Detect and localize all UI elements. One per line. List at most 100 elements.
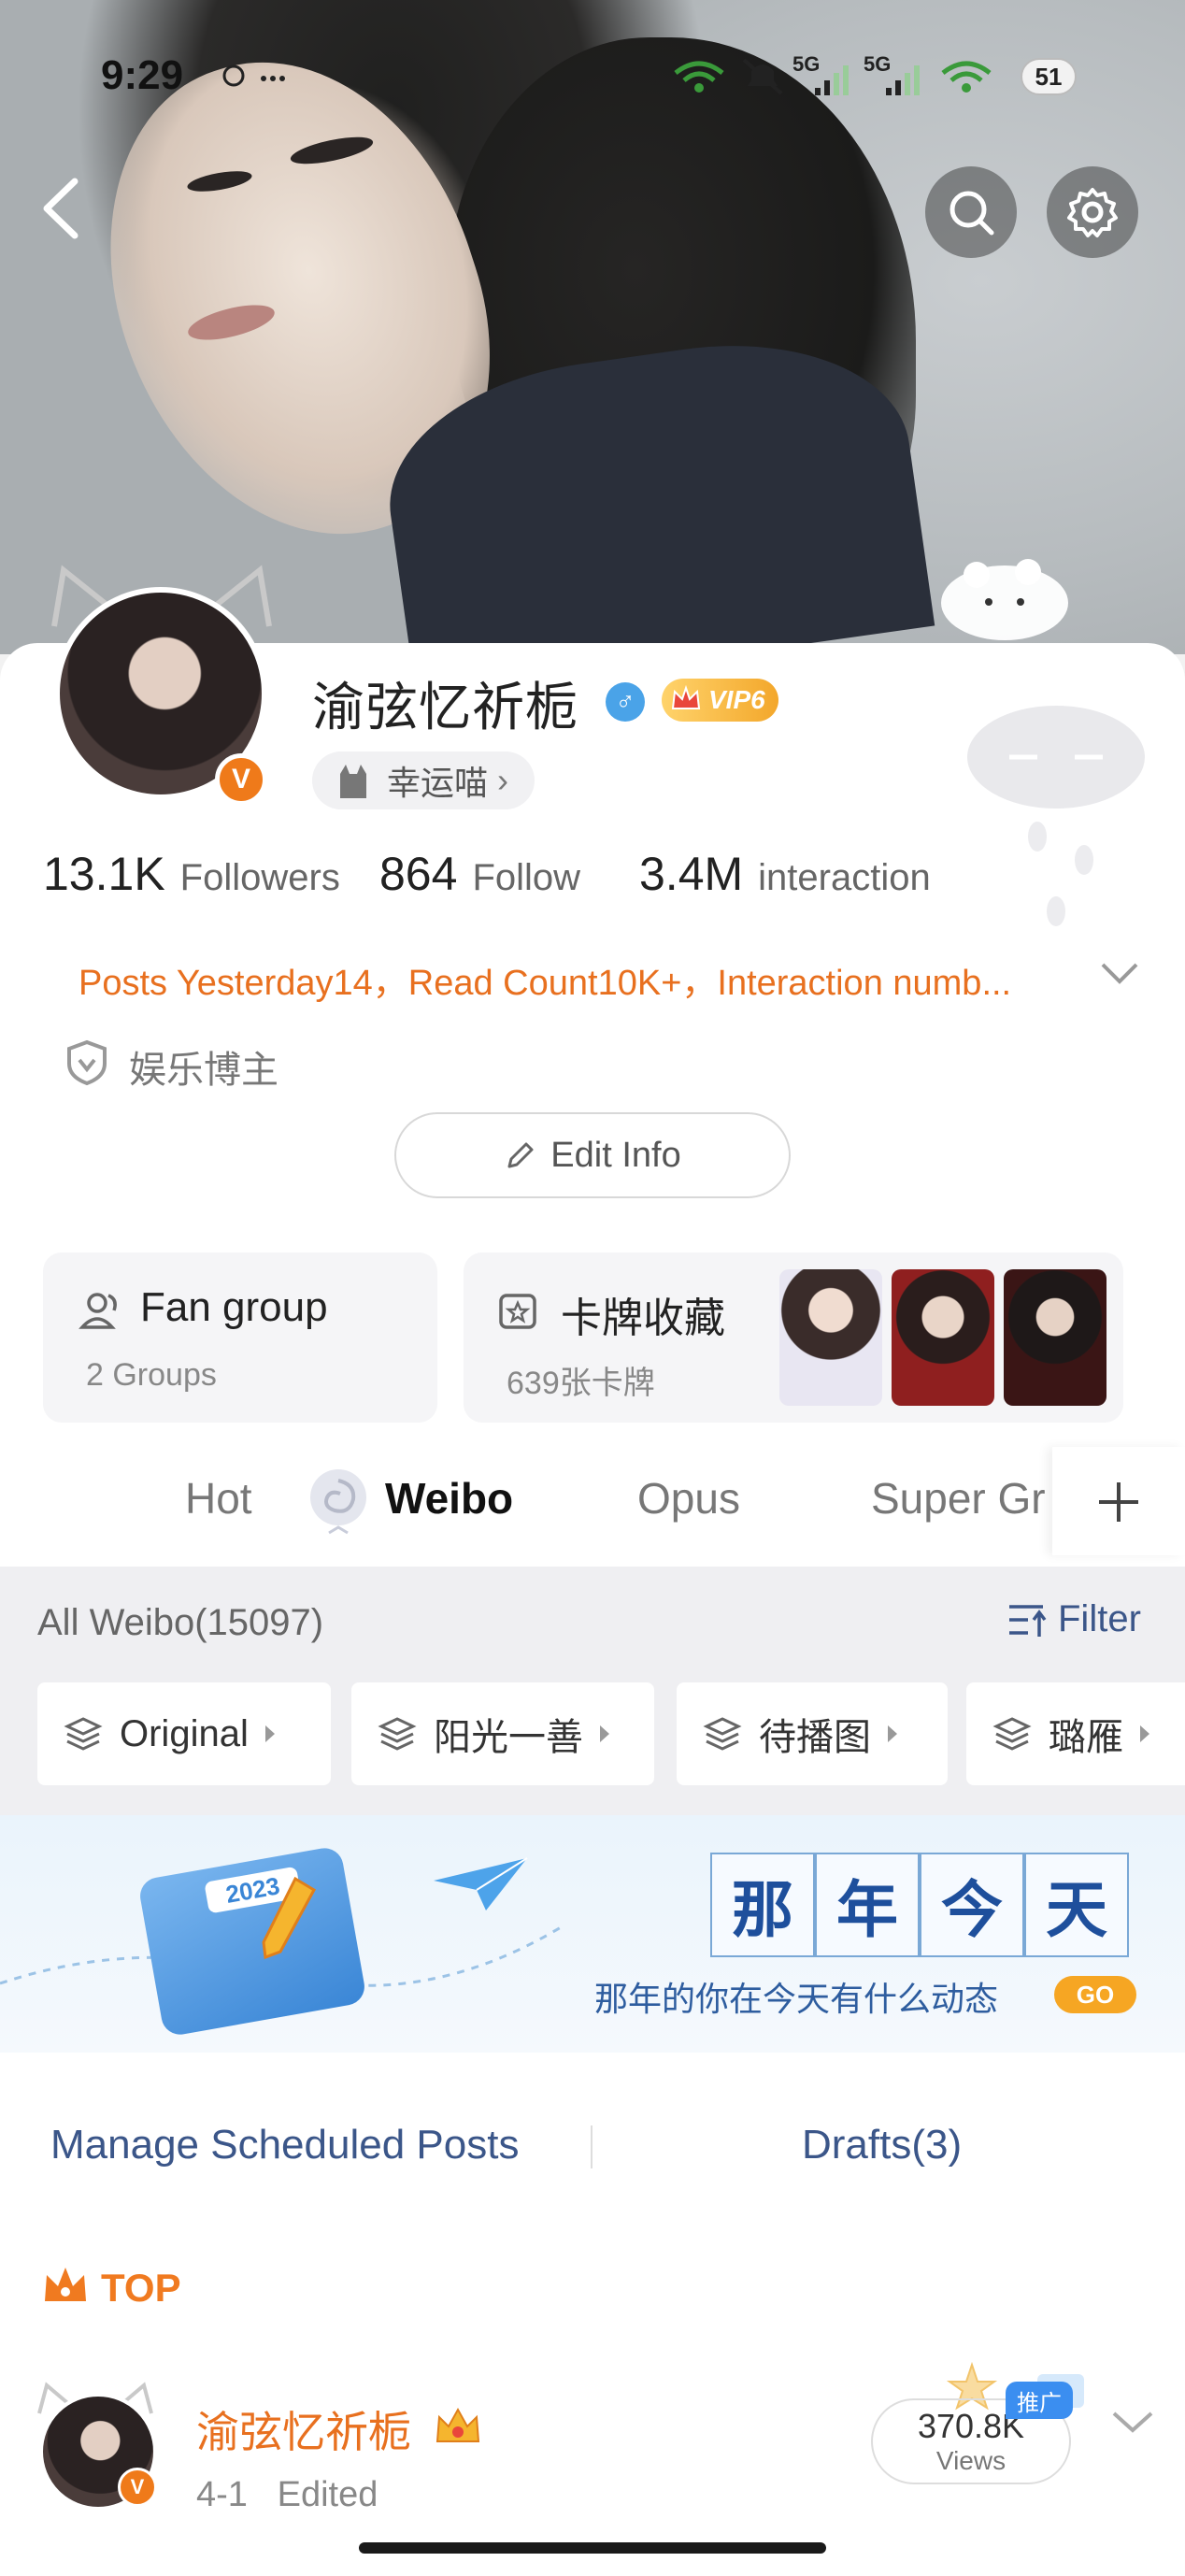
search-icon [949, 191, 994, 236]
tab-opus[interactable]: Opus [637, 1473, 740, 1524]
post-author-name[interactable]: 渝弦忆祈栀 [196, 2398, 411, 2460]
wifi-icon [941, 61, 992, 93]
male-gender-icon: ♂ [606, 682, 645, 722]
swirl-decoration-icon [310, 1469, 366, 1535]
verified-badge: V [118, 2468, 157, 2507]
layers-icon [703, 1717, 742, 1751]
cloud-cat-decoration [941, 559, 1068, 640]
status-notification-icons [222, 64, 285, 87]
crown-badge-icon [435, 2407, 480, 2442]
followers-count: 13.1K [43, 848, 165, 900]
activity-summary[interactable]: Posts Yesterday14，Read Count10K+，Interac… [79, 953, 1069, 1005]
banner-title-char: 天 [1024, 1853, 1129, 1957]
caret-right-icon [264, 1725, 275, 1742]
search-button[interactable] [925, 166, 1017, 258]
tag-pill-label: 幸运喵 [387, 764, 489, 802]
profile-username: 渝弦忆祈栀 [312, 678, 578, 737]
filter-button[interactable]: Filter [1006, 1598, 1141, 1640]
chip-label: 璐雁 [1049, 1717, 1123, 1758]
banner-title: 那 年 今 天 [710, 1853, 1129, 1957]
caret-right-icon [1140, 1725, 1149, 1742]
filter-chip-2[interactable]: 阳光一善 [351, 1682, 654, 1785]
follow-label: Follow [472, 857, 581, 898]
add-tab-button[interactable] [1052, 1447, 1185, 1555]
banner-title-char: 年 [815, 1853, 920, 1957]
post-meta: 4-1 Edited [196, 2475, 378, 2514]
fan-group-card[interactable]: Fan group 2 Groups [43, 1252, 437, 1423]
fan-group-subtitle: 2 Groups [86, 1357, 217, 1393]
cat-icon [340, 765, 366, 798]
chip-label: Original [120, 1712, 249, 1754]
divider [591, 2125, 592, 2168]
group-icon [79, 1293, 117, 1329]
followers-stat[interactable]: 13.1K Followers [43, 847, 340, 901]
paper-plane-icon [434, 1857, 528, 1911]
follow-stat[interactable]: 864 Follow [379, 847, 580, 901]
caret-right-icon [600, 1725, 609, 1742]
edit-info-button[interactable]: Edit Info [394, 1112, 791, 1198]
plus-icon [1099, 1482, 1138, 1522]
manage-scheduled-posts-link[interactable]: Manage Scheduled Posts [50, 2122, 519, 2168]
signal-icon [815, 65, 849, 95]
all-weibo-count: All Weibo(15097) [37, 1602, 324, 1643]
battery-level: 51 [1035, 62, 1063, 91]
go-button[interactable]: GO [1054, 1976, 1136, 2013]
back-icon[interactable] [37, 176, 84, 241]
card-collection-subtitle: 639张卡牌 [507, 1366, 655, 1401]
pencil-icon [507, 1142, 534, 1168]
pencil-illustration [262, 1876, 317, 1960]
drafts-link[interactable]: Drafts(3) [802, 2122, 962, 2168]
card-icon [499, 1294, 536, 1329]
fan-group-title: Fan group [140, 1284, 328, 1330]
home-indicator[interactable] [359, 2542, 826, 2554]
caret-right-icon [888, 1725, 897, 1742]
chevron-down-icon[interactable] [1110, 2408, 1155, 2436]
wifi-icon [674, 61, 724, 93]
battery-indicator: 51 [1021, 58, 1077, 95]
category-label: 娱乐博主 [129, 1050, 278, 1091]
status-time: 9:29 [101, 52, 184, 98]
card-thumbnail[interactable] [892, 1269, 994, 1406]
layers-icon [378, 1717, 417, 1751]
gear-icon [1067, 188, 1118, 237]
card-thumbnail[interactable] [1004, 1269, 1106, 1406]
interaction-label: interaction [758, 857, 931, 898]
tab-super-group[interactable]: Super Gr [871, 1473, 1052, 1524]
crown-icon [45, 2268, 86, 2301]
interaction-count: 3.4M [639, 848, 744, 900]
tab-weibo[interactable]: Weibo [385, 1473, 513, 1524]
banner-subtitle: 那年的你在今天有什么动态 [594, 1981, 999, 2019]
card-collection-title: 卡牌收藏 [561, 1295, 725, 1341]
chevron-down-icon[interactable] [1099, 959, 1140, 987]
filter-label: Filter [1058, 1598, 1141, 1639]
followers-label: Followers [179, 857, 340, 898]
views-label: Views [935, 2446, 1007, 2475]
rain-cloud-decoration [967, 706, 1145, 926]
card-collection-card[interactable]: 卡牌收藏 639张卡牌 [464, 1252, 1123, 1423]
promote-badge[interactable]: 推广 [1006, 2382, 1073, 2419]
verified-badge: V [215, 753, 267, 806]
filter-chip-3[interactable]: 待播图 [677, 1682, 948, 1785]
chip-label: 待播图 [759, 1717, 871, 1758]
shield-icon [67, 1039, 107, 1086]
banner-title-char: 今 [920, 1853, 1024, 1957]
layers-icon [64, 1717, 103, 1751]
edit-info-label: Edit Info [550, 1135, 681, 1175]
interaction-stat[interactable]: 3.4M interaction [639, 847, 931, 901]
filter-chip-4[interactable]: 璐雁 [966, 1682, 1185, 1785]
signal-icon [886, 65, 920, 95]
settings-button[interactable] [1047, 166, 1138, 258]
tab-hot[interactable]: Hot [185, 1473, 252, 1524]
card-thumbnail[interactable] [779, 1269, 882, 1406]
vip-badge[interactable]: VIP6 [662, 679, 778, 722]
tag-pill[interactable]: 幸运喵 › [312, 751, 535, 809]
filter-chip-original[interactable]: Original [37, 1682, 331, 1785]
on-this-day-banner[interactable]: 2023 那 年 今 天 那年的你在今天有什么动态 GO [0, 1815, 1185, 2053]
banner-title-char: 那 [710, 1853, 815, 1957]
chip-label: 阳光一善 [434, 1717, 583, 1758]
crown-icon [671, 684, 701, 709]
follow-count: 864 [379, 848, 458, 900]
mute-bell-icon [742, 58, 783, 95]
top-label: TOP [101, 2266, 181, 2310]
filter-icon [1009, 1604, 1047, 1637]
